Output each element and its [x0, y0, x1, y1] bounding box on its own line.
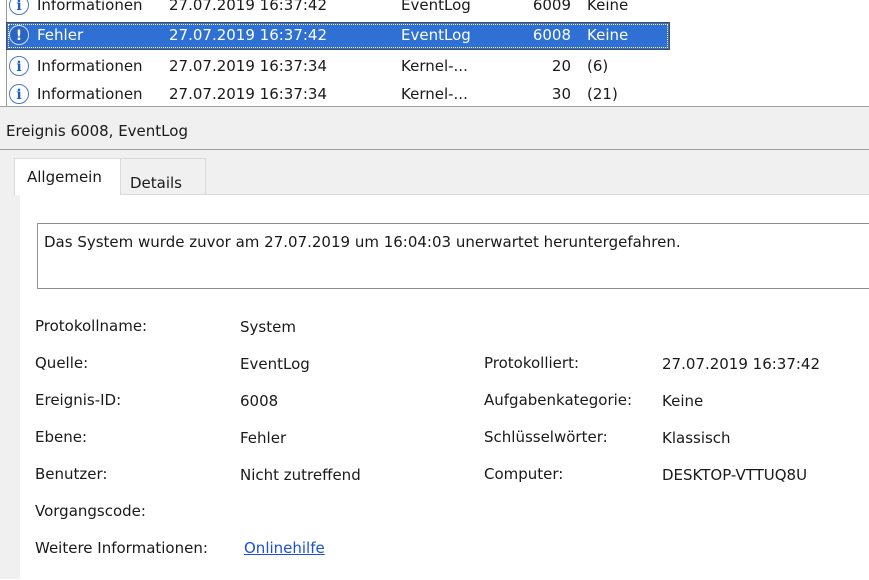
- aufgabenkategorie-label: Aufgabenkategorie:: [484, 391, 633, 409]
- event-id: 30: [551, 85, 571, 103]
- event-source: EventLog: [401, 0, 471, 14]
- protokolliert-value: 27.07.2019 16:37:42: [662, 355, 821, 373]
- protokollname-value: System: [240, 318, 296, 336]
- event-message: Das System wurde zuvor am 27.07.2019 um …: [44, 233, 681, 251]
- tab-general[interactable]: Allgemein: [14, 158, 121, 195]
- event-detail-panel: Ereignis 6008, EventLog Allgemein Detail…: [0, 114, 869, 580]
- event-date: 27.07.2019 16:37:42: [169, 26, 328, 44]
- event-source: Kernel-...: [401, 57, 468, 75]
- error-icon: !: [9, 25, 29, 45]
- ereignis-id-value: 6008: [240, 392, 279, 410]
- onlinehilfe-link[interactable]: Onlinehilfe: [244, 539, 325, 557]
- event-source: EventLog: [401, 26, 471, 44]
- quelle-value: EventLog: [240, 355, 310, 373]
- benutzer-value: Nicht zutreffend: [240, 466, 361, 484]
- event-source: Kernel-...: [401, 85, 468, 103]
- ebene-label: Ebene:: [35, 428, 88, 446]
- schluesselwoerter-label: Schlüsselwörter:: [484, 428, 608, 446]
- tab-strip: Allgemein Details: [14, 158, 869, 195]
- event-row[interactable]: i Informationen 27.07.2019 16:37:42 Even…: [7, 0, 669, 19]
- schluesselwoerter-value: Klassisch: [662, 429, 731, 447]
- event-category: Keine: [587, 0, 629, 14]
- event-date: 27.07.2019 16:37:34: [169, 57, 328, 75]
- event-category: Keine: [587, 26, 629, 44]
- event-id: 6009: [532, 0, 571, 14]
- ebene-value: Fehler: [240, 429, 287, 447]
- event-id: 6008: [532, 26, 571, 44]
- event-row-selected[interactable]: ! Fehler 27.07.2019 16:37:42 EventLog 60…: [7, 23, 669, 49]
- weitere-info-label: Weitere Informationen:: [35, 539, 208, 557]
- aufgabenkategorie-value: Keine: [662, 392, 704, 410]
- general-tab-content: Das System wurde zuvor am 27.07.2019 um …: [20, 194, 869, 580]
- event-level: Informationen: [37, 57, 143, 75]
- computer-value: DESKTOP-VTTUQ8U: [662, 466, 808, 484]
- event-level: Informationen: [37, 0, 143, 14]
- event-row[interactable]: i Informationen 27.07.2019 16:37:34 Kern…: [7, 82, 669, 108]
- info-icon: i: [9, 84, 29, 104]
- tab-details[interactable]: Details: [120, 158, 206, 194]
- event-level: Fehler: [37, 26, 84, 44]
- tab-details-label: Details: [130, 174, 183, 192]
- protokolliert-label: Protokolliert:: [484, 354, 580, 372]
- event-level: Informationen: [37, 85, 143, 103]
- ereignis-id-label: Ereignis-ID:: [35, 391, 122, 409]
- tab-general-label: Allgemein: [27, 168, 102, 186]
- event-category: (21): [587, 85, 618, 103]
- event-date: 27.07.2019 16:37:34: [169, 85, 328, 103]
- event-list: i Informationen 27.07.2019 16:37:42 Even…: [0, 0, 869, 106]
- event-category: (6): [587, 57, 609, 75]
- info-icon: i: [9, 0, 29, 15]
- vorgangscode-label: Vorgangscode:: [35, 502, 146, 520]
- event-date: 27.07.2019 16:37:42: [169, 0, 328, 14]
- divider: [0, 149, 869, 150]
- panel-title: Ereignis 6008, EventLog: [6, 122, 188, 140]
- quelle-label: Quelle:: [35, 354, 89, 372]
- info-icon: i: [9, 56, 29, 76]
- benutzer-label: Benutzer:: [35, 465, 108, 483]
- computer-label: Computer:: [484, 465, 564, 483]
- event-message-box[interactable]: Das System wurde zuvor am 27.07.2019 um …: [37, 223, 869, 289]
- event-id: 20: [551, 57, 571, 75]
- event-row[interactable]: i Informationen 27.07.2019 16:37:34 Kern…: [7, 54, 669, 80]
- protokollname-label: Protokollname:: [35, 317, 148, 335]
